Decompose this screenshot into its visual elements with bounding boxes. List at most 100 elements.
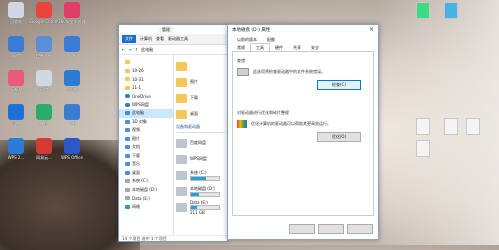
- nav-item[interactable]: 10-26: [119, 67, 173, 76]
- ribbon-tab-view[interactable]: 查看: [156, 36, 164, 42]
- wps-office-icon: [64, 138, 80, 154]
- drive-tile[interactable]: 本地磁盘 (D:): [176, 183, 225, 199]
- desktop-file[interactable]: [440, 2, 462, 19]
- desktop-icon[interactable]: 网易云...: [30, 138, 58, 160]
- check-button[interactable]: 检查(C): [317, 80, 361, 90]
- cloud-icon: [125, 94, 130, 99]
- tab-sharing[interactable]: 共享: [288, 44, 306, 51]
- desktop-file[interactable]: [412, 140, 434, 157]
- folder-icon: [176, 61, 187, 71]
- nav-item[interactable]: 11-1: [119, 84, 173, 93]
- nav-item[interactable]: WPS网盘: [119, 101, 173, 110]
- capacity-bar: [190, 191, 220, 197]
- file-tab[interactable]: 文件: [122, 35, 136, 43]
- desktop-icon-label: 控制面板: [36, 53, 52, 58]
- cancel-button[interactable]: [318, 224, 344, 234]
- folder-tile[interactable]: 图片: [176, 74, 225, 90]
- nav-item[interactable]: 音乐: [119, 160, 173, 169]
- 360-icon: [8, 70, 24, 86]
- tab-general[interactable]: 常规: [232, 44, 250, 51]
- nav-item[interactable]: 下载: [119, 152, 173, 161]
- desktop-icon[interactable]: 此电脑: [58, 70, 86, 92]
- nav-item[interactable]: 此电脑: [119, 109, 173, 118]
- desktop-icon[interactable]: 飞书: [58, 104, 86, 126]
- tab-quota[interactable]: 配额: [262, 36, 280, 43]
- nav-item[interactable]: 视频: [119, 126, 173, 135]
- tab-hardware[interactable]: 硬件: [270, 44, 288, 51]
- nav-item[interactable]: OneDrive: [119, 92, 173, 101]
- doc-icon: [466, 118, 480, 135]
- desktop-icon[interactable]: 回收站: [2, 2, 30, 24]
- nav-item[interactable]: 图片: [119, 135, 173, 144]
- desktop-file[interactable]: [462, 118, 484, 135]
- up-arrow-icon[interactable]: ↑: [135, 47, 138, 52]
- desktop-file[interactable]: [412, 118, 434, 135]
- wechat-icon: [36, 104, 52, 120]
- nav-item[interactable]: [119, 58, 173, 67]
- drive-tile[interactable]: Data (E:) 211 GB: [176, 199, 225, 215]
- desktop-icon-label: 搜狗: [68, 53, 76, 58]
- desktop-icon[interactable]: 迅雷: [2, 104, 30, 126]
- ribbon-tab-drive-tools[interactable]: 驱动器工具: [168, 36, 188, 42]
- drive-label: WPS网盘: [190, 156, 207, 161]
- dialog-titlebar[interactable]: 本地磁盘 (D:) 属性 ×: [228, 25, 378, 35]
- tab-security[interactable]: 安全: [306, 44, 324, 51]
- file-explorer-window[interactable]: 管理 文件 计算机 查看 驱动器工具 ← → ↑ 此电脑 10-26 10-31 1…: [118, 24, 228, 242]
- nav-item[interactable]: 网络: [119, 203, 173, 212]
- folder-tile[interactable]: 桌面: [176, 106, 225, 122]
- desktop-icon-label: 微信: [40, 121, 48, 126]
- address-bar[interactable]: ← → ↑ 此电脑: [119, 45, 227, 55]
- doc-icon: [444, 118, 458, 135]
- desktop-icon[interactable]: Google Chrome: [30, 2, 58, 24]
- nav-item[interactable]: 桌面: [119, 169, 173, 178]
- devices-group-header[interactable]: 设备和驱动器: [176, 124, 225, 133]
- nav-item-label: 网络: [132, 203, 140, 209]
- folder-tile[interactable]: 下载: [176, 90, 225, 106]
- folder-icon: [176, 77, 187, 87]
- desktop-icon[interactable]: 搜狗: [58, 36, 86, 58]
- explorer-titlebar[interactable]: 管理: [119, 25, 227, 34]
- blue-icon: [125, 170, 130, 175]
- nav-item-label: 10-26: [132, 68, 144, 74]
- desktop-icon[interactable]: WPS Office: [58, 138, 86, 160]
- drive-properties-dialog[interactable]: 本地磁盘 (D:) 属性 × 以前的版本 配额 常规 工具 硬件 共享 安全 查…: [227, 24, 379, 240]
- nav-item[interactable]: 文档: [119, 143, 173, 152]
- defrag-icon: [237, 120, 247, 128]
- nav-item-label: 音乐: [132, 161, 140, 167]
- desktop-icon[interactable]: 微信: [30, 104, 58, 126]
- desktop-icon[interactable]: 控制面板: [30, 36, 58, 58]
- drive-tile[interactable]: WPS网盘: [176, 151, 225, 167]
- drive-icon: [125, 179, 130, 184]
- nav-item[interactable]: Data (E:): [119, 194, 173, 203]
- drive-tile[interactable]: 百度网盘: [176, 135, 225, 151]
- apply-button[interactable]: [347, 224, 373, 234]
- desktop-icon-label: 回收站: [10, 19, 22, 24]
- forward-arrow-icon[interactable]: →: [128, 47, 131, 52]
- nav-item[interactable]: 系统 (C:): [119, 177, 173, 186]
- optimize-button[interactable]: 优化(O): [317, 132, 361, 142]
- close-icon[interactable]: ×: [369, 26, 374, 33]
- error-check-description: 此选项将检查驱动器中的文件系统错误。: [253, 69, 325, 74]
- desktop-file[interactable]: [412, 2, 434, 19]
- tab-previous-versions[interactable]: 以前的版本: [232, 36, 262, 43]
- nav-item[interactable]: 10-31: [119, 75, 173, 84]
- blue-icon: [125, 162, 130, 167]
- desktop-icon[interactable]: 网络: [30, 70, 58, 92]
- tab-tools[interactable]: 工具: [250, 43, 270, 51]
- drive-tile[interactable]: 系统 (C:): [176, 167, 225, 183]
- desktop-icon-label: 网络: [40, 87, 48, 92]
- ok-button[interactable]: [289, 224, 315, 234]
- folder-tile[interactable]: [176, 58, 225, 74]
- nav-item[interactable]: 本地磁盘 (D:): [119, 186, 173, 195]
- back-arrow-icon[interactable]: ←: [122, 47, 125, 52]
- desktop-icon[interactable]: WPS 2...: [2, 138, 30, 160]
- desktop-icon[interactable]: 360安全浏览器: [58, 2, 86, 24]
- ribbon-tab-computer[interactable]: 计算机: [140, 36, 152, 42]
- desktop-file[interactable]: [440, 118, 462, 135]
- desktop-icon[interactable]: 网络: [2, 36, 30, 58]
- desktop-icon-label: 此电脑: [66, 87, 78, 92]
- nav-item-label: 图片: [132, 135, 140, 141]
- nav-item[interactable]: 3D 对象: [119, 118, 173, 127]
- desktop-icon-label: 360: [12, 87, 20, 92]
- desktop-icon[interactable]: 360: [2, 70, 30, 92]
